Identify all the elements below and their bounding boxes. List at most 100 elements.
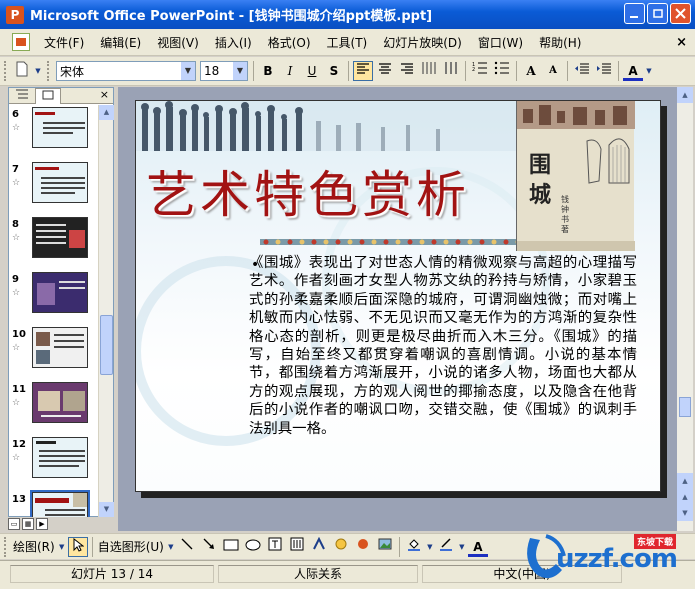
slide-thumbnail[interactable]: 6 ☆ <box>9 105 99 151</box>
wordart-tool-icon[interactable] <box>309 536 329 557</box>
line-color-icon[interactable] <box>436 537 456 557</box>
next-slide-icon[interactable]: ▼ <box>677 505 693 521</box>
align-right-icon[interactable] <box>397 61 417 81</box>
menu-insert[interactable]: 插入(I) <box>207 34 260 51</box>
underline-button[interactable]: U <box>302 61 322 81</box>
scroll-down-icon[interactable]: ▼ <box>99 502 114 517</box>
dropdown-arrow-icon[interactable]: ▼ <box>426 537 434 557</box>
slide-number: 11 <box>12 384 26 395</box>
menu-tools[interactable]: 工具(T) <box>319 34 376 51</box>
grow-font-button[interactable]: A <box>521 61 541 81</box>
slide-preview-image <box>32 382 88 423</box>
clipart-tool-icon[interactable] <box>353 537 373 557</box>
dropdown-arrow-icon[interactable]: ▼ <box>34 61 42 81</box>
document-icon[interactable] <box>12 33 30 51</box>
document-close-button[interactable]: × <box>676 35 687 50</box>
bullet-list-icon[interactable] <box>492 61 512 81</box>
picture-tool-icon[interactable] <box>375 537 395 557</box>
shrink-font-button[interactable]: A <box>543 61 563 81</box>
font-size-select[interactable]: 18 ▼ <box>200 61 248 81</box>
distributed-align-icon[interactable] <box>419 61 439 81</box>
scroll-down-icon[interactable]: ▲ <box>677 473 693 489</box>
svg-text:2: 2 <box>472 67 475 73</box>
toolbar-separator <box>618 61 619 81</box>
scrollbar-thumb[interactable] <box>679 397 691 417</box>
slide-thumbnail[interactable]: 7 ☆ <box>9 160 99 206</box>
slide-title[interactable]: 艺术特色赏析 <box>146 155 470 227</box>
dropdown-arrow-icon[interactable]: ▼ <box>458 537 466 557</box>
scrollbar-thumb[interactable] <box>100 315 113 375</box>
tab-slides[interactable] <box>35 88 61 104</box>
arrow-tool-icon[interactable] <box>199 537 219 557</box>
slide-body-text[interactable]: 《围城》表现出了对世态人情的精微观察与高超的心理描写艺术。作者刻画才女型人物苏文… <box>249 254 637 438</box>
menu-format[interactable]: 格式(O) <box>260 34 319 51</box>
textbox-tool-icon[interactable] <box>265 537 285 557</box>
menu-file[interactable]: 文件(F) <box>36 34 92 51</box>
align-center-icon[interactable] <box>375 61 395 81</box>
transition-star-icon: ☆ <box>12 178 21 188</box>
toolbar-separator <box>348 61 349 81</box>
bold-button[interactable]: B <box>258 61 278 81</box>
powerpoint-app-icon[interactable]: P <box>6 5 24 24</box>
new-document-icon[interactable] <box>12 61 32 81</box>
site-watermark: uzzf.com 东坡下载 <box>516 530 692 588</box>
slide-thumbnail[interactable]: 11 ☆ <box>9 380 99 426</box>
increase-indent-icon[interactable] <box>594 61 614 81</box>
menu-help[interactable]: 帮助(H) <box>531 34 589 51</box>
line-tool-icon[interactable] <box>177 537 197 557</box>
slide-thumbnail[interactable]: 10 ☆ <box>9 325 99 371</box>
toolbar-grip-2[interactable] <box>47 61 50 81</box>
numbered-list-icon[interactable]: 12 <box>470 61 490 81</box>
toolbar-grip[interactable] <box>4 61 7 81</box>
previous-slide-icon[interactable]: ▲ <box>677 489 693 505</box>
dropdown-arrow-icon[interactable]: ▼ <box>167 537 175 557</box>
fill-color-icon[interactable] <box>404 537 424 557</box>
slide-thumbnail-list: 6 ☆ 7 ☆ 8 ☆ 9 ☆ 10 ☆ 11 ☆ 12 ☆ 13 <box>9 105 99 517</box>
slide-canvas[interactable]: 艺术特色赏析 围 城 钱钟书著 • 《围城》表现出了对世态人情的精微观察与高超的… <box>135 100 661 492</box>
slide-thumbnail[interactable]: 12 ☆ <box>9 435 99 481</box>
diagram-tool-icon[interactable] <box>331 537 351 557</box>
menu-window[interactable]: 窗口(W) <box>470 34 531 51</box>
slide-thumbnail-selected[interactable]: 13 <box>9 490 99 517</box>
align-left-icon[interactable] <box>353 61 373 81</box>
editor-vertical-scrollbar[interactable]: ▲ ▲ ▲ ▼ <box>677 87 693 531</box>
italic-button[interactable]: I <box>280 61 300 81</box>
slide-sorter-view-icon[interactable]: ▦ <box>22 518 34 530</box>
font-size-dropdown-icon[interactable]: ▼ <box>233 62 247 80</box>
autoshapes-menu-button[interactable]: 自选图形(U) <box>98 538 164 555</box>
toolbar-separator <box>516 61 517 81</box>
scroll-up-icon[interactable]: ▲ <box>99 105 114 120</box>
restore-button[interactable] <box>647 3 668 24</box>
vertical-textbox-tool-icon[interactable] <box>287 537 307 557</box>
slideshow-view-icon[interactable]: ▶ <box>36 518 48 530</box>
scroll-up-icon[interactable]: ▲ <box>677 87 693 103</box>
shadow-button[interactable]: S <box>324 61 344 81</box>
decrease-indent-icon[interactable] <box>572 61 592 81</box>
select-objects-icon[interactable] <box>67 536 88 557</box>
slide-thumbnail[interactable]: 9 ☆ <box>9 270 99 316</box>
menu-slideshow[interactable]: 幻灯片放映(D) <box>375 34 470 51</box>
slides-pane-scrollbar[interactable]: ▲ ▼ <box>98 105 114 517</box>
font-color-dropdown-icon[interactable]: ▼ <box>645 61 653 81</box>
minimize-button[interactable] <box>624 3 645 24</box>
font-name-dropdown-icon[interactable]: ▼ <box>181 62 195 80</box>
font-color-draw-icon[interactable]: A <box>467 537 488 557</box>
tab-outline[interactable] <box>9 88 35 104</box>
font-color-button[interactable]: A <box>623 61 643 81</box>
column-icon[interactable] <box>441 61 461 81</box>
slide-thumbnail[interactable]: 8 ☆ <box>9 215 99 261</box>
book-cover-image[interactable]: 围 城 钱钟书著 <box>516 101 635 251</box>
font-name-select[interactable]: 宋体 ▼ <box>56 61 196 81</box>
close-button[interactable] <box>670 3 691 24</box>
normal-view-icon[interactable]: ▭ <box>8 518 20 530</box>
draw-menu-button[interactable]: 绘图(R) <box>13 538 55 555</box>
dropdown-arrow-icon[interactable]: ▼ <box>58 537 66 557</box>
transition-star-icon: ☆ <box>12 123 21 133</box>
oval-tool-icon[interactable] <box>243 537 263 557</box>
toolbar-grip[interactable] <box>4 536 7 557</box>
menu-view[interactable]: 视图(V) <box>149 34 207 51</box>
menu-edit[interactable]: 编辑(E) <box>92 34 149 51</box>
slides-pane-close-button[interactable]: × <box>100 88 113 103</box>
slide-number: 9 <box>12 274 19 285</box>
rectangle-tool-icon[interactable] <box>221 537 241 557</box>
